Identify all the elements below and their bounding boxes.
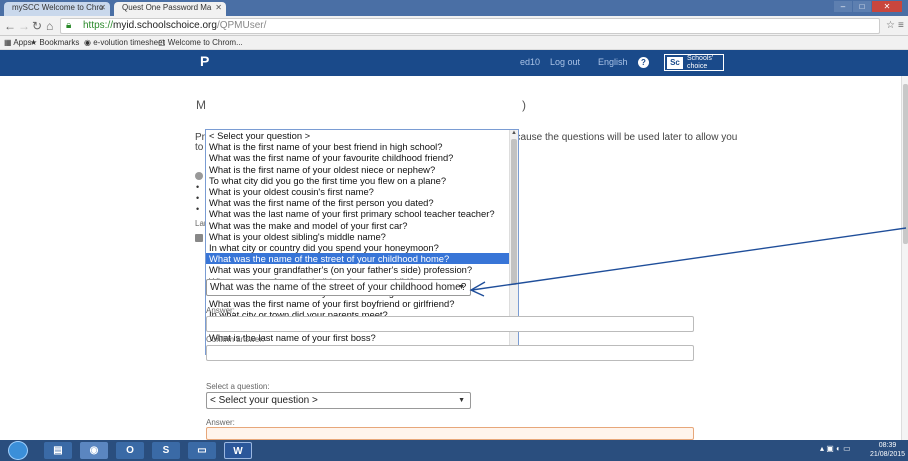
tab-title: Quest One Password Ma xyxy=(122,3,212,12)
dropdown-option[interactable]: What was the make and model of your firs… xyxy=(206,220,510,231)
radio-button[interactable] xyxy=(195,172,203,180)
windows-taskbar: ▤ ◉ O S ▭ W ▴ ▣ ◐ ▭ 08:39 21/08/2015 xyxy=(0,440,908,461)
question-select-2[interactable]: < Select your question > ▼ xyxy=(206,392,471,409)
url-host: myid.schoolschoice.org xyxy=(113,20,217,31)
window-close-icon[interactable]: ✕ xyxy=(872,1,902,12)
reload-icon[interactable]: ↻ xyxy=(32,18,42,34)
page-scroll-thumb[interactable] xyxy=(903,84,908,244)
dropdown-option[interactable]: In what city or country did you spend yo… xyxy=(206,242,510,253)
tab-myscc[interactable]: mySCC Welcome to Chro ✕ xyxy=(4,2,110,16)
confirm-answer-label: Confirm answer: xyxy=(206,335,265,344)
answer-label-2: Answer: xyxy=(206,418,235,427)
checkbox[interactable] xyxy=(195,234,203,242)
back-icon[interactable]: ← xyxy=(4,18,16,34)
dropdown-option[interactable]: What was the first name of your first bo… xyxy=(206,298,510,309)
star-icon: ★ xyxy=(30,38,40,47)
dropdown-option[interactable]: What was the first name of your favourit… xyxy=(206,152,510,163)
page-title: M xyxy=(196,98,206,112)
help-icon[interactable]: ? xyxy=(638,57,649,68)
close-icon[interactable]: ✕ xyxy=(99,3,106,12)
clock[interactable]: 08:39 21/08/2015 xyxy=(870,441,905,459)
bookmark-bookmarks[interactable]: ★ Bookmarks xyxy=(30,36,79,49)
maximize-icon[interactable]: □ xyxy=(853,1,871,12)
word-icon[interactable]: W xyxy=(224,442,252,459)
star-icon[interactable]: ☆ xyxy=(886,18,895,34)
dropdown-arrow-icon: ▼ xyxy=(458,397,465,404)
home-icon[interactable]: ⌂ xyxy=(46,18,53,34)
lock-icon: 🔒︎ xyxy=(66,20,72,31)
site-logo: P xyxy=(200,53,210,69)
dropdown-option[interactable]: What is your oldest sibling's middle nam… xyxy=(206,231,510,242)
brand-abbr: Sc xyxy=(667,57,683,69)
answer-input[interactable] xyxy=(206,316,694,332)
page-title-end: ) xyxy=(522,98,526,112)
logout-link[interactable]: Log out xyxy=(550,57,580,67)
dropdown-option[interactable]: What is your oldest cousin's first name? xyxy=(206,186,510,197)
outlook-icon[interactable]: O xyxy=(116,442,144,459)
bullet-2: • xyxy=(196,193,200,203)
clock-date: 21/08/2015 xyxy=(870,451,906,458)
url-path: /QPMUser/ xyxy=(216,20,267,31)
intro-text-line2: to xyxy=(195,142,204,153)
start-button[interactable] xyxy=(8,441,28,460)
browser-nav-bar: ← → ↻ ⌂ 🔒︎ https://myid.schoolschoice.or… xyxy=(0,16,908,36)
clock-time: 08:39 xyxy=(878,442,897,449)
schools-choice-logo: Sc Schools' choice xyxy=(664,54,724,71)
dropdown-option[interactable]: What was the name of the street of your … xyxy=(206,253,510,265)
intro-text-end: ecause the questions will be used later … xyxy=(510,132,738,143)
bookmark-apps[interactable]: ▦ Apps xyxy=(4,36,32,49)
tab-title: mySCC Welcome to Chro xyxy=(12,3,104,12)
dropdown-option[interactable]: What is the first name of your best frie… xyxy=(206,141,510,152)
scroll-up-icon[interactable]: ▲ xyxy=(511,130,517,136)
tab-quest-one[interactable]: Quest One Password Ma ✕ xyxy=(114,2,226,16)
bullet-3: • xyxy=(196,204,200,214)
site-header: P ed10 Log out English ? Sc Schools' cho… xyxy=(0,50,908,76)
forward-icon[interactable]: → xyxy=(18,18,30,34)
browser-tab-bar: mySCC Welcome to Chro ✕ Quest One Passwo… xyxy=(0,0,908,16)
dropdown-option[interactable]: What is the first name of your oldest ni… xyxy=(206,164,510,175)
dropdown-option[interactable]: What was the last name of your first pri… xyxy=(206,208,510,219)
menu-icon[interactable]: ≡ xyxy=(898,18,904,34)
system-tray[interactable]: ▴ ▣ ◐ ▭ xyxy=(820,444,851,453)
scroll-thumb[interactable] xyxy=(511,139,517,285)
answer-label: Answer: xyxy=(206,306,235,315)
close-icon[interactable]: ✕ xyxy=(215,3,222,12)
dropdown-option[interactable]: < Select your question > xyxy=(206,130,510,141)
dropdown-option[interactable]: To what city did you go the first time y… xyxy=(206,175,510,186)
minimize-icon[interactable]: – xyxy=(834,1,852,12)
select-value: < Select your question > xyxy=(210,395,318,406)
bookmark-timesheet[interactable]: ◉ e-volution timesheet xyxy=(84,36,165,49)
select-value: What was the name of the street of your … xyxy=(210,282,467,293)
bookmark-welcome[interactable]: ▢ Welcome to Chrom... xyxy=(158,36,243,49)
bullet-1: • xyxy=(196,182,200,192)
question-select-1[interactable]: What was the name of the street of your … xyxy=(206,279,471,296)
page-scrollbar[interactable] xyxy=(901,76,908,440)
confirm-answer-input[interactable] xyxy=(206,345,694,361)
explorer-icon[interactable]: ▤ xyxy=(44,442,72,459)
dropdown-arrow-icon: ▼ xyxy=(458,284,465,291)
select-question-label: Select a question: xyxy=(206,382,270,391)
address-bar[interactable]: 🔒︎ https://myid.schoolschoice.org/QPMUse… xyxy=(60,18,880,34)
user-id: ed10 xyxy=(520,57,541,67)
url-scheme: https:// xyxy=(83,20,114,31)
chrome-icon[interactable]: ◉ xyxy=(80,442,108,459)
bookmarks-bar: ▦ Apps ★ Bookmarks ◉ e-volution timeshee… xyxy=(0,36,908,50)
brand-name: Schools' choice xyxy=(687,55,714,70)
dropdown-option[interactable]: What was the first name of the first per… xyxy=(206,197,510,208)
globe-icon: ◉ xyxy=(84,38,94,47)
skype-icon[interactable]: S xyxy=(152,442,180,459)
page-content: M ) Pro to ecause the questions will be … xyxy=(0,76,908,440)
page-icon: ▢ xyxy=(158,38,168,47)
apps-icon: ▦ xyxy=(4,38,14,47)
answer-input-2[interactable] xyxy=(206,427,694,440)
folder-icon[interactable]: ▭ xyxy=(188,442,216,459)
language-link[interactable]: English xyxy=(598,57,628,67)
dropdown-option[interactable]: What was your grandfather's (on your fat… xyxy=(206,264,510,275)
